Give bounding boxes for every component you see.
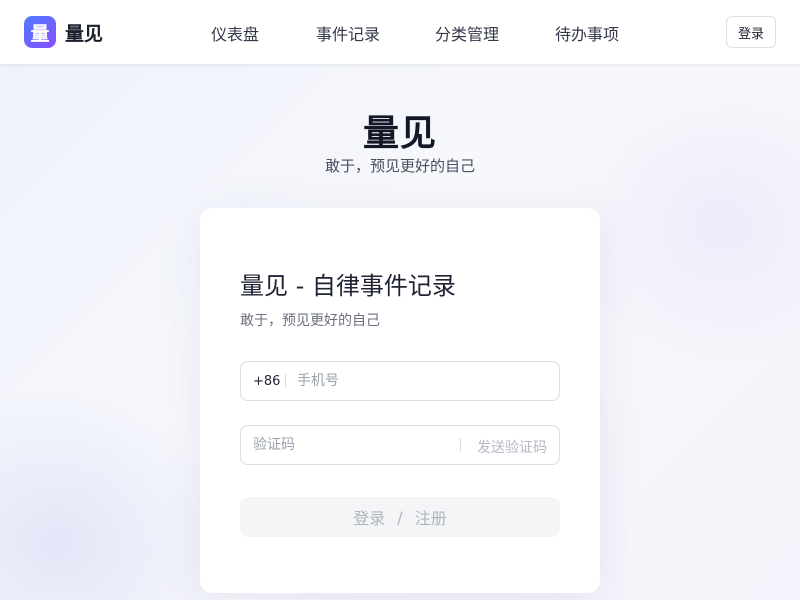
login-register-button[interactable]: 登录 / 注册 [240, 497, 560, 537]
hero-title: 量见 [362, 113, 437, 154]
phone-prefix-divider [285, 374, 286, 388]
header-login-button[interactable]: 登录 [726, 16, 776, 48]
verification-code-field[interactable]: 发送验证码 [240, 425, 560, 465]
submit-register-label: 注册 [414, 509, 447, 528]
main-nav: 仪表盘 事件记录 分类管理 待办事项 [0, 0, 800, 64]
submit-divider: / [397, 507, 403, 527]
verification-code-input[interactable] [253, 426, 443, 464]
submit-login-label: 登录 [353, 509, 386, 528]
phone-field[interactable]: +86 [240, 361, 560, 401]
send-code-button[interactable]: 发送验证码 [477, 437, 547, 457]
login-card: 量见 - 自律事件记录 敢于，预见更好的自己 +86 发送验证码 登录 / 注册 [200, 208, 600, 593]
card-title: 量见 - 自律事件记录 [240, 272, 456, 300]
nav-item-event-records[interactable]: 事件记录 [316, 21, 380, 45]
send-code-divider [460, 438, 461, 452]
top-navigation-bar: 量 量见 仪表盘 事件记录 分类管理 待办事项 登录 [0, 0, 800, 64]
hero-subtitle: 敢于，预见更好的自己 [324, 157, 475, 175]
phone-input[interactable] [297, 362, 547, 400]
nav-item-category-management[interactable]: 分类管理 [435, 21, 499, 45]
nav-item-todos[interactable]: 待办事项 [555, 21, 619, 45]
card-subtitle: 敢于，预见更好的自己 [240, 313, 380, 329]
country-code-prefix[interactable]: +86 [253, 374, 280, 389]
nav-item-dashboard[interactable]: 仪表盘 [211, 21, 259, 45]
